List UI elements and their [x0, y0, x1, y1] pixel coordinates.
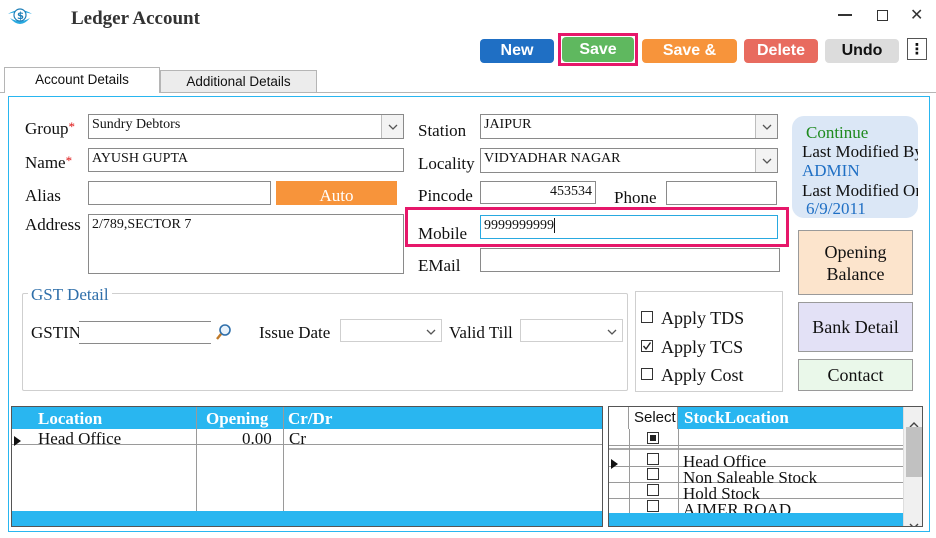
continue-status: Continue [806, 123, 869, 142]
opening-column-header[interactable]: Opening [206, 409, 268, 429]
location-grid-footer [12, 511, 602, 526]
apply-tcs-label: Apply TCS [661, 337, 744, 357]
options-group: Apply TDS Apply TCS Apply Cost [635, 291, 783, 392]
name-input[interactable]: AYUSH GUPTA [88, 148, 404, 172]
stocklocation-column-header[interactable]: StockLocation [678, 407, 903, 429]
locality-select[interactable]: VIDYADHAR NAGAR [480, 148, 778, 173]
header-divider [609, 448, 903, 450]
opening-balance-button[interactable]: Opening Balance [798, 230, 913, 295]
chevron-down-icon[interactable] [607, 324, 617, 340]
apply-tds-option[interactable]: Apply TDS [641, 308, 781, 328]
modified-by-value: ADMIN [802, 161, 860, 180]
apply-tds-label: Apply TDS [661, 308, 745, 328]
stock-checkbox[interactable] [647, 484, 659, 496]
auto-button[interactable]: Auto [276, 181, 397, 205]
pincode-input[interactable]: 453534 [480, 181, 596, 204]
scroll-down-icon[interactable] [909, 514, 919, 526]
row-pointer-icon [14, 431, 21, 451]
chevron-down-icon[interactable] [426, 324, 436, 340]
new-button[interactable]: New [480, 39, 554, 63]
vertical-scrollbar[interactable] [903, 407, 922, 526]
modified-on-value: 6/9/2011 [806, 199, 866, 218]
search-icon[interactable] [215, 323, 233, 341]
column-divider [283, 407, 284, 526]
apply-tcs-option[interactable]: Apply TCS [641, 337, 781, 357]
undo-button[interactable]: Undo [825, 39, 899, 63]
stock-checkbox[interactable] [647, 500, 659, 512]
title-bar: $ Ledger Account ✕ [0, 0, 936, 36]
delete-button[interactable]: Delete [744, 39, 818, 63]
pincode-label: Pincode [418, 186, 473, 205]
last-modified-by-label: Last Modified By [802, 142, 918, 161]
close-button[interactable]: ✕ [910, 5, 923, 24]
list-item[interactable]: Head Office [609, 451, 903, 471]
crdr-column-header[interactable]: Cr/Dr [288, 409, 332, 429]
save-and-button[interactable]: Save & [642, 39, 737, 63]
app-logo-icon: $ [4, 4, 36, 30]
apply-cost-label: Apply Cost [661, 365, 744, 385]
info-panel: Continue Last Modified By ADMIN Last Mod… [792, 116, 918, 218]
stock-grid-footer [609, 513, 903, 526]
valid-till-label: Valid Till [449, 323, 513, 342]
select-column-header[interactable]: Select [629, 407, 678, 429]
more-options-button[interactable]: ⋮ [907, 38, 927, 60]
last-modified-on-label: Last Modified On [802, 181, 918, 200]
save-button[interactable]: Save [562, 37, 634, 62]
chevron-down-icon[interactable] [755, 149, 777, 172]
location-column-header[interactable]: Location [38, 409, 102, 429]
tab-additional-details[interactable]: Additional Details [160, 70, 317, 92]
scroll-thumb[interactable] [906, 427, 922, 477]
phone-label: Phone [614, 188, 657, 207]
gst-detail-legend: GST Detail [28, 285, 112, 305]
opening-cell: 0.00 [242, 429, 272, 448]
station-label: Station [418, 121, 467, 140]
station-select[interactable]: JAIPUR [480, 114, 778, 139]
email-label: EMail [418, 256, 461, 275]
gstin-input[interactable] [79, 321, 211, 344]
table-row[interactable]: Head Office 0.00 Cr [12, 429, 602, 448]
mobile-input[interactable]: 9999999999 [480, 215, 778, 239]
apply-tcs-checkbox[interactable] [641, 340, 653, 352]
address-textarea[interactable]: 2/789,SECTOR 7 [88, 214, 404, 274]
window-title: Ledger Account [71, 8, 200, 29]
maximize-button[interactable] [877, 10, 888, 21]
bank-detail-button[interactable]: Bank Detail [798, 302, 913, 352]
crdr-cell: Cr [289, 429, 306, 448]
apply-cost-option[interactable]: Apply Cost [641, 365, 781, 389]
list-item[interactable]: Non Saleable Stock [609, 467, 903, 487]
list-item[interactable]: AJMER ROAD [609, 499, 903, 513]
group-select[interactable]: Sundry Debtors [88, 114, 404, 139]
stock-checkbox[interactable] [647, 468, 659, 480]
select-all-row[interactable] [609, 429, 903, 446]
svg-text:$: $ [17, 11, 24, 22]
contact-button[interactable]: Contact [798, 359, 913, 391]
issue-date-label: Issue Date [259, 323, 331, 342]
tab-account-details[interactable]: Account Details [4, 67, 160, 93]
apply-tds-checkbox[interactable] [641, 311, 653, 323]
list-item[interactable]: Hold Stock [609, 483, 903, 503]
locality-label: Locality [418, 154, 475, 173]
location-cell: Head Office [38, 429, 122, 448]
group-label: Group* [25, 119, 75, 138]
chevron-down-icon[interactable] [381, 115, 403, 138]
phone-input[interactable] [666, 181, 777, 205]
chevron-down-icon[interactable] [755, 115, 777, 138]
alias-label: Alias [25, 186, 61, 205]
name-label: Name* [25, 153, 73, 172]
column-divider [196, 407, 197, 526]
issue-date-picker[interactable] [340, 319, 442, 342]
alias-input[interactable] [88, 181, 271, 205]
valid-till-picker[interactable] [520, 319, 623, 342]
select-all-checkbox[interactable] [647, 432, 659, 444]
gstin-label: GSTIN [31, 323, 82, 342]
stock-grid-corner [609, 407, 629, 429]
minimize-button[interactable] [838, 14, 852, 16]
stock-location-grid: Select StockLocation Head Office Non Sal… [608, 406, 923, 527]
apply-cost-checkbox[interactable] [641, 368, 653, 380]
stock-checkbox[interactable] [647, 453, 659, 465]
location-grid: Location Opening Cr/Dr Head Office 0.00 … [11, 406, 603, 527]
email-input[interactable] [480, 248, 780, 272]
address-label: Address [25, 215, 81, 234]
stock-name-cell: AJMER ROAD [683, 500, 792, 513]
